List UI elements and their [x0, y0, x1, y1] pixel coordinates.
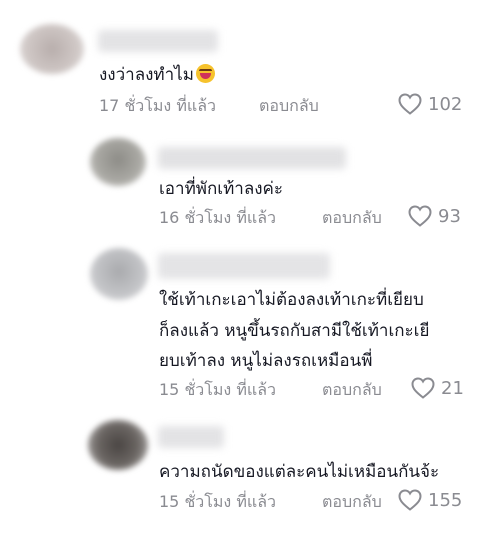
comment-text: เอาที่พักเท้าลงค่ะ — [159, 179, 284, 199]
username-blurred[interactable] — [158, 426, 224, 448]
comment-text: ความถนัดของแต่ละคนไม่เหมือนกันจ้ะ — [159, 462, 440, 482]
reply-button[interactable]: ตอบกลับ — [322, 379, 382, 401]
like-button[interactable]: 93 — [408, 205, 461, 227]
reply-button[interactable]: ตอบกลับ — [322, 207, 382, 229]
avatar[interactable] — [88, 420, 148, 470]
comment-text-line: ใช้เท้าเกะเอาไม่ต้องลงเท้าเกะที่เยียบ — [159, 290, 424, 310]
like-button[interactable]: 102 — [398, 93, 462, 115]
username-blurred[interactable] — [158, 147, 346, 169]
like-count: 21 — [441, 377, 464, 399]
heart-outline-icon — [398, 93, 422, 115]
heart-outline-icon — [398, 489, 422, 511]
avatar[interactable] — [90, 138, 146, 186]
heart-outline-icon — [408, 205, 432, 227]
heart-outline-icon — [411, 377, 435, 399]
comment-text: งงว่าลงทำไม — [99, 61, 215, 90]
comment-text-line: ยบเท้าลง หนูไม่ลงรถเหมือนพี่ — [159, 351, 373, 371]
like-count: 102 — [428, 93, 463, 115]
like-button[interactable]: 155 — [398, 489, 462, 511]
like-count: 93 — [438, 205, 461, 227]
comment-time: 15 ชั่วโมง ที่แล้ว — [159, 492, 276, 511]
laughing-emoji-icon — [195, 64, 215, 83]
comment-text-line: ก็ลงแล้ว หนูขึ้นรถกับสามีใช้เท้าเกะเยี — [159, 321, 430, 341]
like-count: 155 — [428, 489, 463, 511]
username-blurred[interactable] — [98, 30, 218, 52]
comment-time: 16 ชั่วโมง ที่แล้ว — [159, 208, 276, 227]
like-button[interactable]: 21 — [411, 377, 464, 399]
reply-button[interactable]: ตอบกลับ — [259, 95, 319, 117]
avatar[interactable] — [90, 248, 148, 300]
comment-time: 15 ชั่วโมง ที่แล้ว — [159, 380, 276, 399]
comment-time: 17 ชั่วโมง ที่แล้ว — [99, 96, 216, 115]
avatar[interactable] — [20, 24, 84, 74]
username-blurred[interactable] — [158, 253, 330, 279]
reply-button[interactable]: ตอบกลับ — [322, 491, 382, 513]
